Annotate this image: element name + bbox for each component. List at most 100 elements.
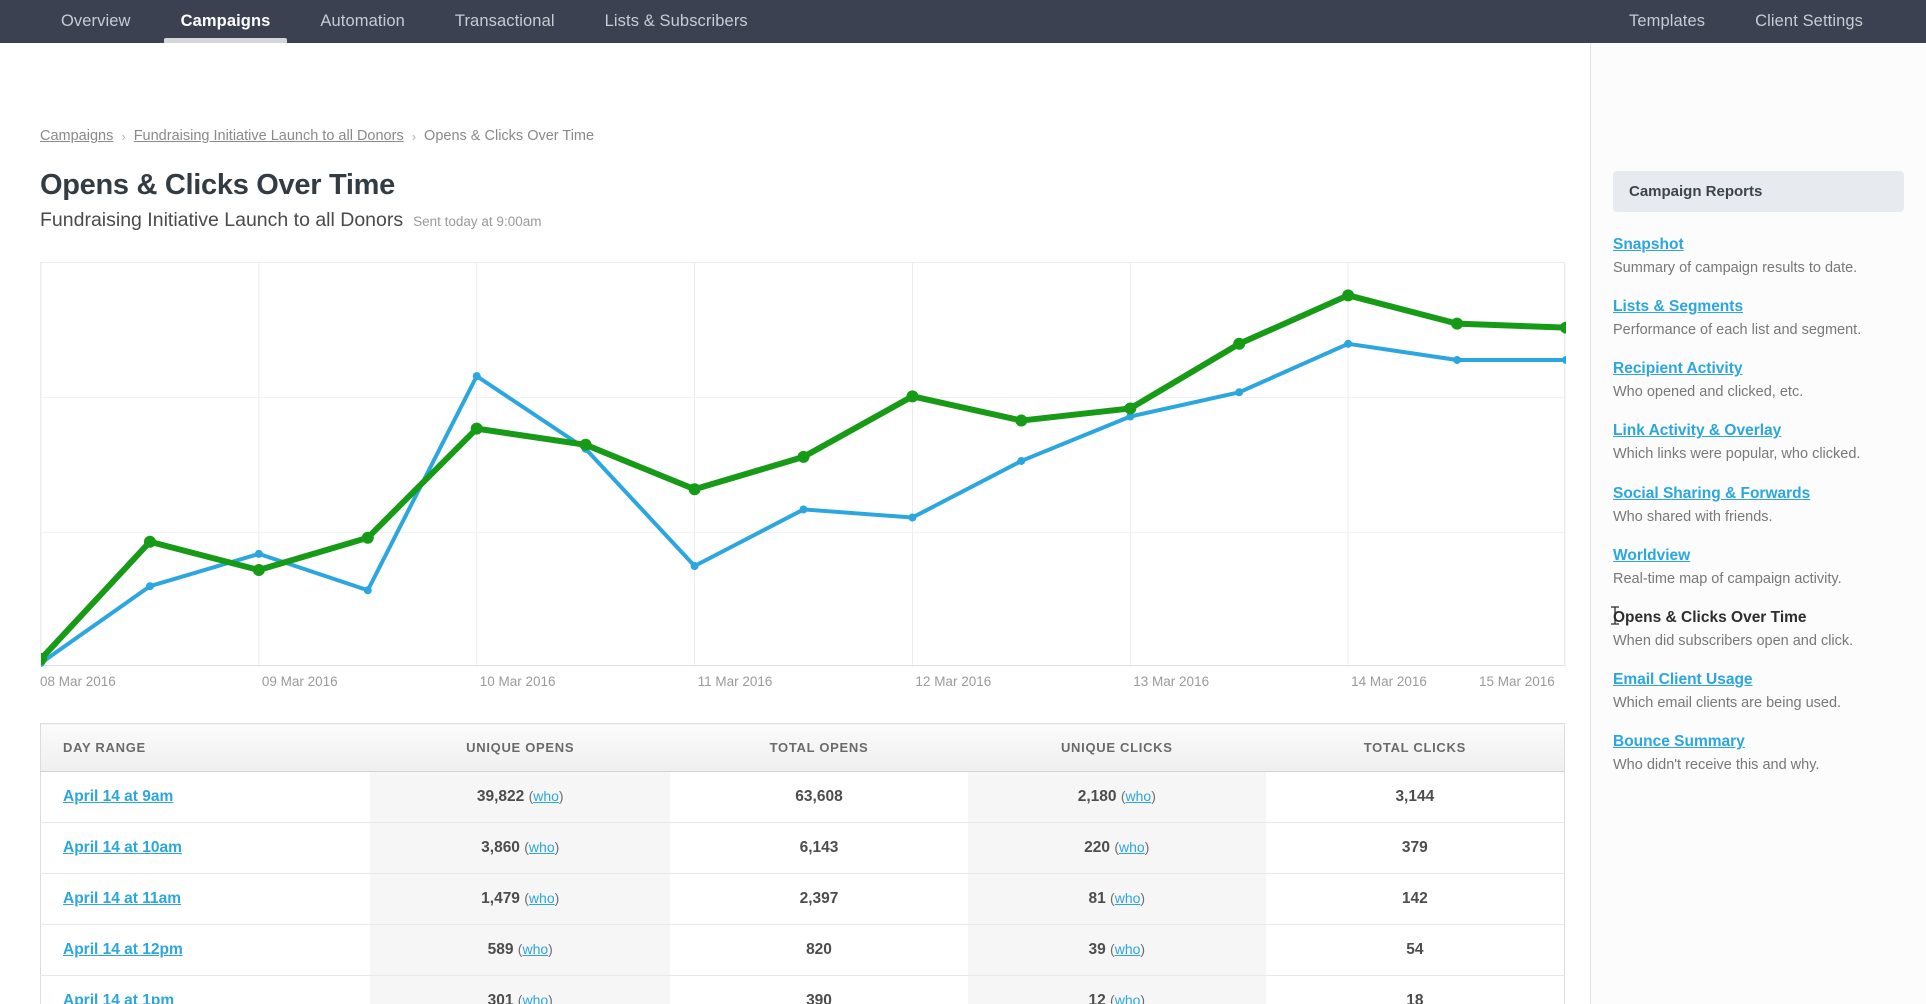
- sidebar-link-label[interactable]: Recipient Activity: [1613, 360, 1743, 378]
- chart-point-clicks[interactable]: [799, 505, 808, 514]
- chart-point-opens[interactable]: [579, 438, 592, 451]
- sidebar-link-label[interactable]: Lists & Segments: [1613, 298, 1743, 316]
- chart-point-opens[interactable]: [1124, 402, 1137, 415]
- chart-point-opens[interactable]: [1342, 289, 1355, 302]
- chart-point-opens[interactable]: [1233, 337, 1246, 350]
- who-link[interactable]: who: [1115, 992, 1141, 1004]
- total-opens-value: 6,143: [799, 839, 839, 856]
- chart-point-opens[interactable]: [906, 390, 919, 403]
- who-link[interactable]: who: [1115, 890, 1141, 906]
- cell-unique-opens: 3,860 (who): [370, 822, 671, 874]
- who-link[interactable]: who: [522, 992, 548, 1004]
- sidebar-link-label[interactable]: Snapshot: [1613, 236, 1684, 254]
- cell-day-range: April 14 at 9am: [41, 772, 371, 823]
- chart-point-clicks[interactable]: [1453, 355, 1462, 364]
- total-opens-value: 390: [806, 992, 832, 1004]
- cell-unique-clicks: 2,180 (who): [967, 771, 1266, 823]
- chart-point-opens[interactable]: [361, 531, 374, 544]
- table-header-row: DAY RANGE UNIQUE OPENS TOTAL OPENS UNIQU…: [40, 723, 1565, 772]
- sidebar-link-label[interactable]: Social Sharing & Forwards: [1613, 485, 1810, 503]
- sidebar-link-label[interactable]: Worldview: [1613, 547, 1690, 565]
- total-clicks-value: 3,144: [1395, 788, 1435, 805]
- who-link[interactable]: who: [1119, 839, 1145, 855]
- nav-link-templates[interactable]: Templates: [1604, 0, 1730, 43]
- who-link[interactable]: who: [522, 941, 548, 957]
- table-row: April 14 at 9am 39,822 (who) 63,608 2,180 (…: [41, 771, 1565, 823]
- chart-gridlines: [41, 263, 1566, 667]
- nav-tab-overview[interactable]: Overview: [36, 0, 156, 43]
- who-link[interactable]: who: [1126, 788, 1152, 804]
- secondary-nav-group: Templates Client Settings: [1604, 0, 1888, 43]
- nav-tab-label: Automation: [320, 12, 405, 30]
- who-link[interactable]: who: [533, 788, 559, 804]
- campaign-reports-sidebar: Campaign Reports Snapshot Summary of camp…: [1590, 43, 1926, 1004]
- column-header-total-clicks[interactable]: TOTAL CLICKS: [1265, 723, 1565, 772]
- day-range-link[interactable]: April 14 at 9am: [63, 788, 173, 805]
- sidebar-item-social-sharing-forwards[interactable]: Social Sharing & Forwards Who shared with…: [1613, 485, 1904, 526]
- who-link[interactable]: who: [1115, 941, 1141, 957]
- breadcrumb-link-campaign[interactable]: Fundraising Initiative Launch to all Don…: [134, 128, 404, 144]
- unique-clicks-value: 220: [1084, 839, 1111, 856]
- sidebar-item-lists-segments[interactable]: Lists & Segments Performance of each list…: [1613, 298, 1904, 339]
- chart-point-clicks[interactable]: [472, 372, 481, 381]
- day-range-link[interactable]: April 14 at 12pm: [63, 941, 183, 958]
- sidebar-item-recipient-activity[interactable]: Recipient Activity Who opened and clicked…: [1613, 360, 1904, 401]
- breadcrumb-separator-1: ›: [121, 128, 126, 144]
- nav-tab-label: Campaigns: [180, 12, 271, 30]
- sidebar-item-email-client-usage[interactable]: Email Client Usage Which email clients ar…: [1613, 671, 1904, 712]
- cell-unique-opens: 589 (who): [370, 924, 671, 976]
- chart-point-opens[interactable]: [252, 564, 265, 577]
- cell-day-range: April 14 at 11am: [40, 873, 371, 925]
- day-range-link[interactable]: April 14 at 11am: [63, 890, 181, 907]
- chart-point-opens[interactable]: [1015, 414, 1028, 427]
- unique-clicks-value: 81: [1088, 890, 1106, 907]
- chart-point-opens[interactable]: [1560, 321, 1566, 334]
- chart-point-clicks[interactable]: [908, 513, 917, 522]
- who-link[interactable]: who: [529, 839, 555, 855]
- chart-point-clicks[interactable]: [254, 549, 263, 558]
- column-header-day-range[interactable]: DAY RANGE: [40, 723, 371, 772]
- who-wrapper: (who): [1110, 992, 1145, 1004]
- x-axis-tick-label: 08 Mar 2016: [40, 674, 116, 689]
- nav-tab-automation[interactable]: Automation: [295, 0, 429, 43]
- day-range-link[interactable]: April 14 at 1pm: [63, 992, 174, 1004]
- chart-point-clicks[interactable]: [145, 582, 154, 591]
- sidebar-item-bounce-summary[interactable]: Bounce Summary Who didn't receive this an…: [1613, 733, 1904, 774]
- page-body: Campaigns › Fundraising Initiative Launc…: [0, 43, 1926, 1004]
- chart-point-opens[interactable]: [688, 483, 701, 496]
- sidebar-item-link-activity-overlay[interactable]: Link Activity & Overlay Which links were …: [1613, 422, 1904, 463]
- chart-point-opens[interactable]: [470, 422, 483, 435]
- chart-series-layer: [41, 289, 1566, 667]
- breadcrumb-link-campaigns[interactable]: Campaigns: [40, 128, 113, 144]
- chart-point-opens[interactable]: [797, 450, 810, 463]
- nav-link-label: Templates: [1629, 12, 1706, 30]
- sidebar-link-label[interactable]: Bounce Summary: [1613, 733, 1745, 751]
- sidebar-item-snapshot[interactable]: Snapshot Summary of campaign results to d…: [1613, 236, 1904, 277]
- sidebar-link-label[interactable]: Email Client Usage: [1613, 671, 1753, 689]
- sidebar-link-label[interactable]: Link Activity & Overlay: [1613, 422, 1781, 440]
- day-range-link[interactable]: April 14 at 10am: [63, 839, 182, 856]
- column-header-total-opens[interactable]: TOTAL OPENS: [670, 723, 968, 772]
- unique-opens-value: 589: [487, 941, 514, 958]
- cell-total-clicks: 54: [1265, 924, 1565, 976]
- chart-line-clicks: [41, 341, 1566, 665]
- sidebar-item-worldview[interactable]: Worldview Real-time map of campaign activ…: [1613, 547, 1904, 588]
- chart-point-opens[interactable]: [1451, 317, 1464, 330]
- cell-total-opens: 820: [670, 924, 968, 976]
- chart-point-clicks[interactable]: [1344, 339, 1353, 348]
- chart-point-clicks[interactable]: [1562, 355, 1566, 364]
- nav-tab-transactional[interactable]: Transactional: [430, 0, 580, 43]
- chart-point-clicks[interactable]: [690, 562, 699, 570]
- column-header-unique-opens[interactable]: UNIQUE OPENS: [370, 723, 671, 772]
- nav-tab-campaigns[interactable]: Campaigns: [156, 0, 296, 43]
- nav-link-client-settings[interactable]: Client Settings: [1730, 0, 1888, 43]
- chart-point-clicks[interactable]: [363, 586, 372, 595]
- chart-point-clicks[interactable]: [1017, 456, 1026, 465]
- who-link[interactable]: who: [529, 890, 555, 906]
- nav-tab-lists-subscribers[interactable]: Lists & Subscribers: [580, 0, 773, 43]
- chart-point-opens[interactable]: [143, 535, 156, 548]
- top-navigation-bar: Overview Campaigns Automation Transactional…: [0, 0, 1926, 43]
- cell-day-range: April 14 at 10am: [40, 822, 371, 874]
- chart-point-clicks[interactable]: [1235, 388, 1244, 397]
- column-header-unique-clicks[interactable]: UNIQUE CLICKS: [967, 723, 1266, 772]
